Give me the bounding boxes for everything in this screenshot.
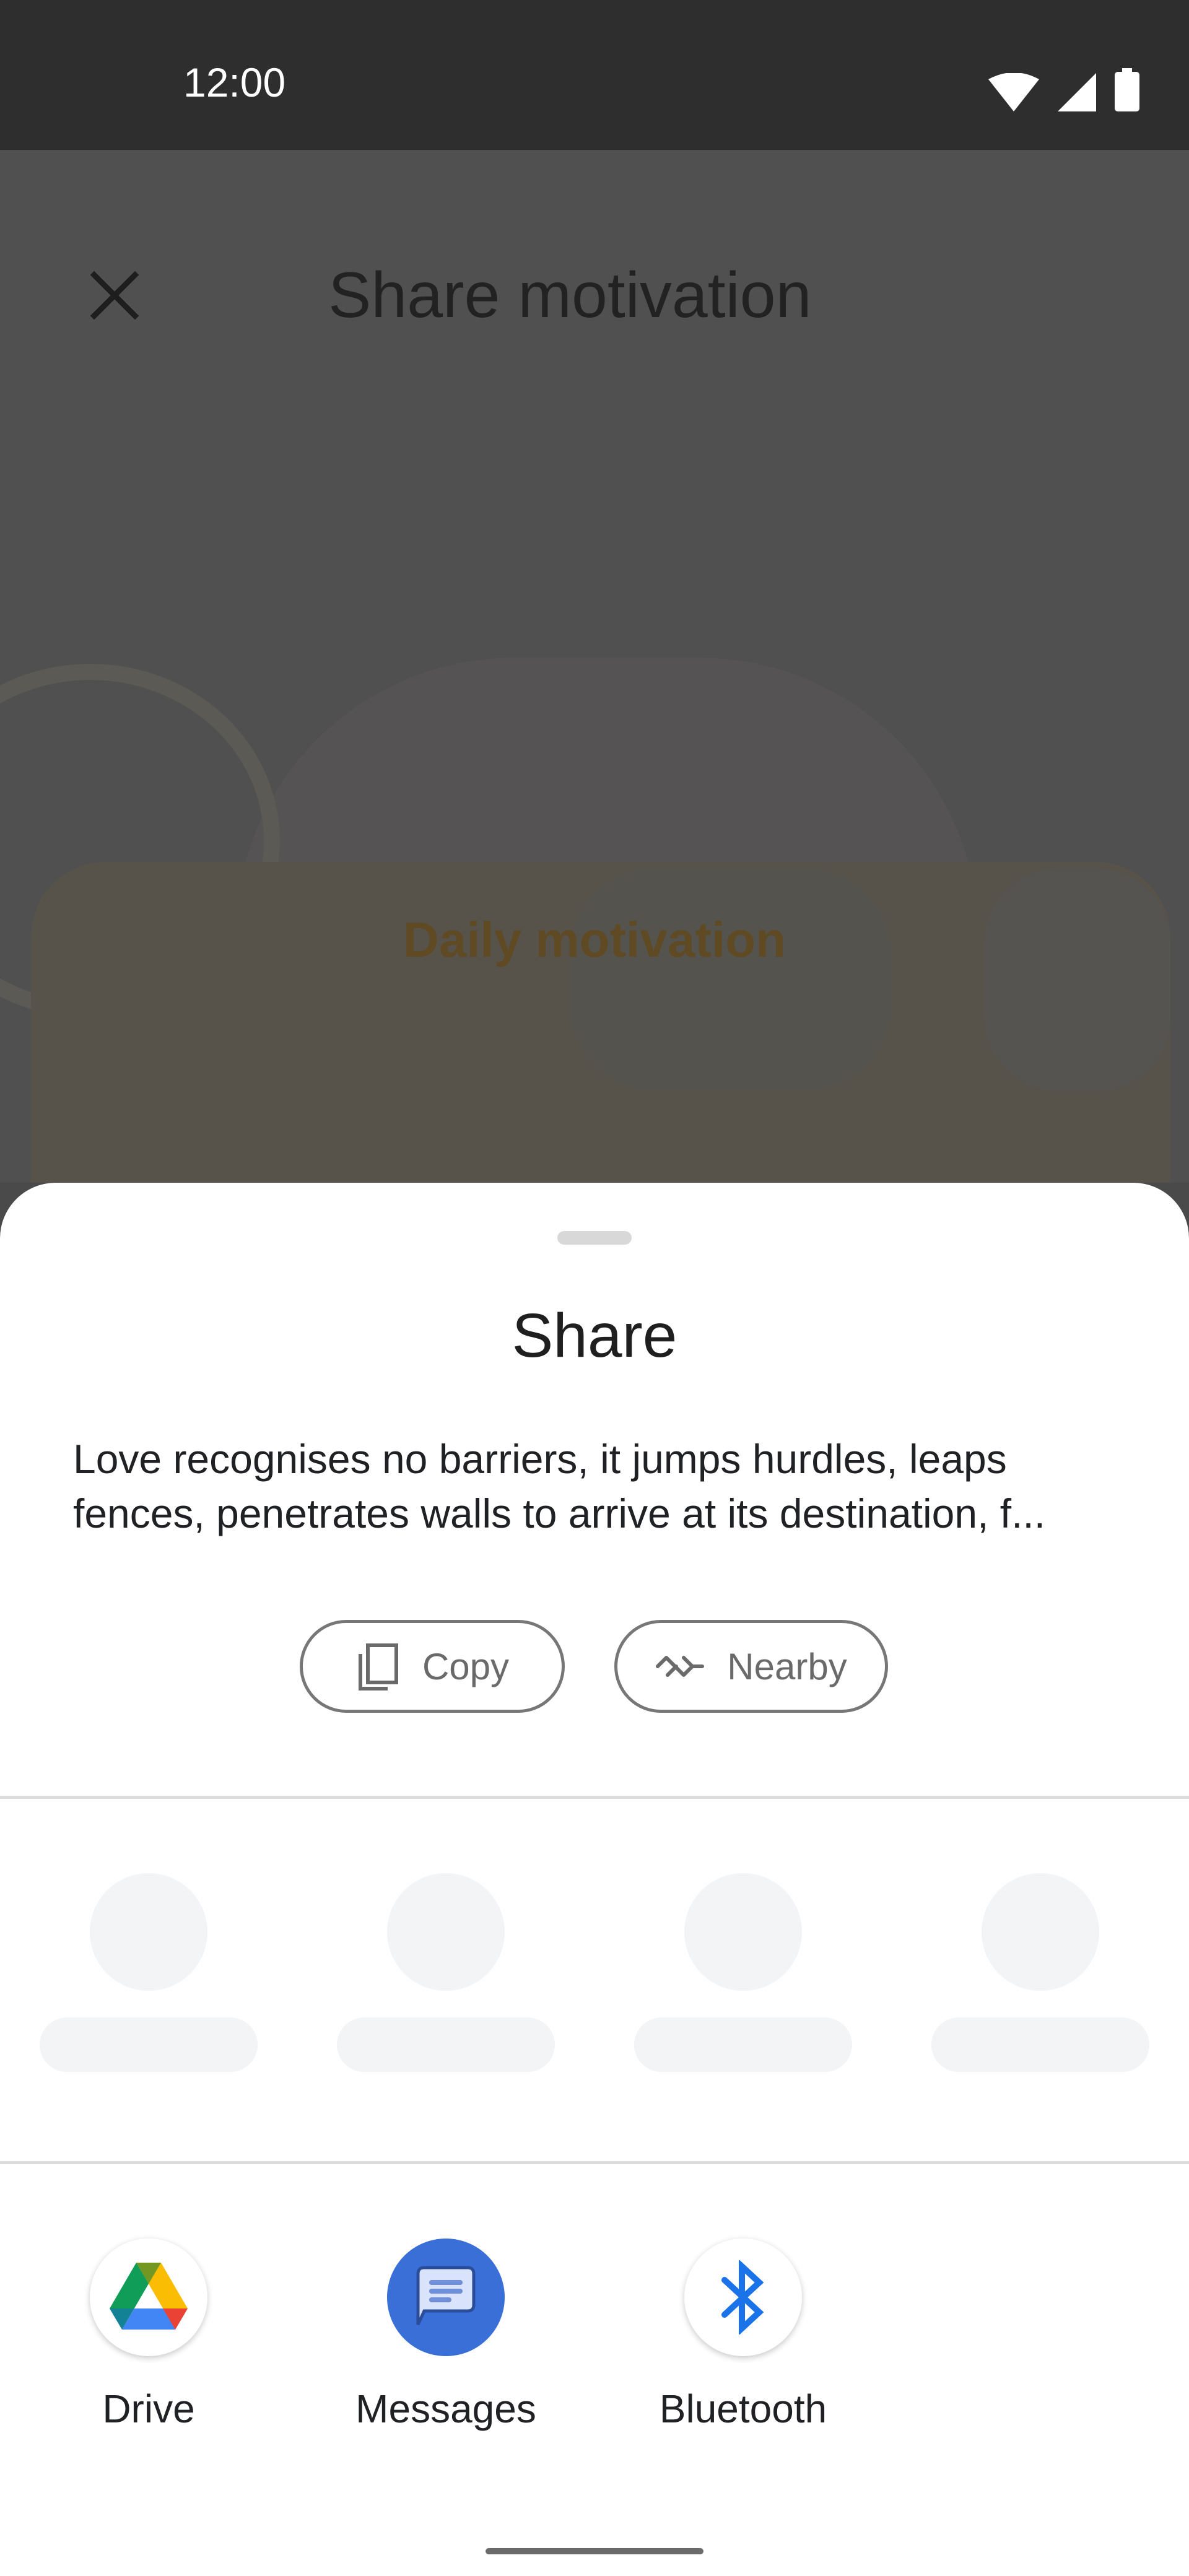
- copy-icon: [358, 1643, 398, 1690]
- copy-button[interactable]: Copy: [300, 1620, 565, 1713]
- divider: [0, 2161, 1189, 2164]
- bluetooth-icon-container: [684, 2239, 802, 2356]
- share-preview-text: Love recognises no barriers, it jumps hu…: [73, 1436, 1046, 1536]
- bluetooth-label: Bluetooth: [659, 2387, 827, 2431]
- gesture-navigation-handle[interactable]: [486, 2548, 703, 2554]
- placeholder-avatar: [684, 1873, 802, 1991]
- wifi-icon: [988, 73, 1039, 111]
- messages-icon-container: [387, 2239, 505, 2356]
- status-icons: [988, 68, 1139, 111]
- share-sheet: Share Love recognises no barriers, it ju…: [0, 1183, 1189, 2576]
- drive-label: Drive: [102, 2387, 195, 2431]
- status-time: 12:00: [183, 59, 286, 105]
- share-target-drive[interactable]: Drive: [31, 2239, 266, 2432]
- divider: [0, 1796, 1189, 1799]
- page-title: Share motivation: [328, 259, 812, 331]
- copy-label: Copy: [422, 1645, 510, 1687]
- decorative-shape-right: [985, 868, 1170, 1091]
- placeholder-avatar: [90, 1873, 207, 1991]
- close-icon: [90, 271, 139, 320]
- nearby-icon: [656, 1656, 705, 1677]
- nearby-button[interactable]: Nearby: [614, 1620, 888, 1713]
- sheet-drag-handle[interactable]: [557, 1231, 632, 1245]
- battery-icon: [1115, 68, 1139, 111]
- close-button[interactable]: [87, 268, 142, 323]
- drive-icon: [110, 2263, 188, 2330]
- status-bar: 12:00: [0, 0, 1189, 150]
- placeholder-label: [337, 2017, 555, 2072]
- bluetooth-icon: [721, 2260, 764, 2334]
- messages-label: Messages: [355, 2387, 536, 2431]
- card-title: Daily motivation: [403, 912, 786, 967]
- drive-icon-container: [90, 2239, 207, 2356]
- placeholder-avatar: [982, 1873, 1099, 1991]
- placeholder-label: [40, 2017, 258, 2072]
- placeholder-label: [634, 2017, 852, 2072]
- placeholder-avatar: [387, 1873, 505, 1991]
- signal-icon: [1058, 73, 1096, 111]
- decorative-shape: [570, 868, 892, 1091]
- placeholder-label: [931, 2017, 1149, 2072]
- background-app: Share motivation Daily motivation: [0, 150, 1189, 1183]
- nearby-label: Nearby: [727, 1645, 847, 1687]
- messages-icon: [416, 2266, 476, 2326]
- share-target-messages[interactable]: Messages: [328, 2239, 564, 2432]
- sheet-title: Share: [512, 1301, 677, 1370]
- share-target-bluetooth[interactable]: Bluetooth: [625, 2239, 861, 2432]
